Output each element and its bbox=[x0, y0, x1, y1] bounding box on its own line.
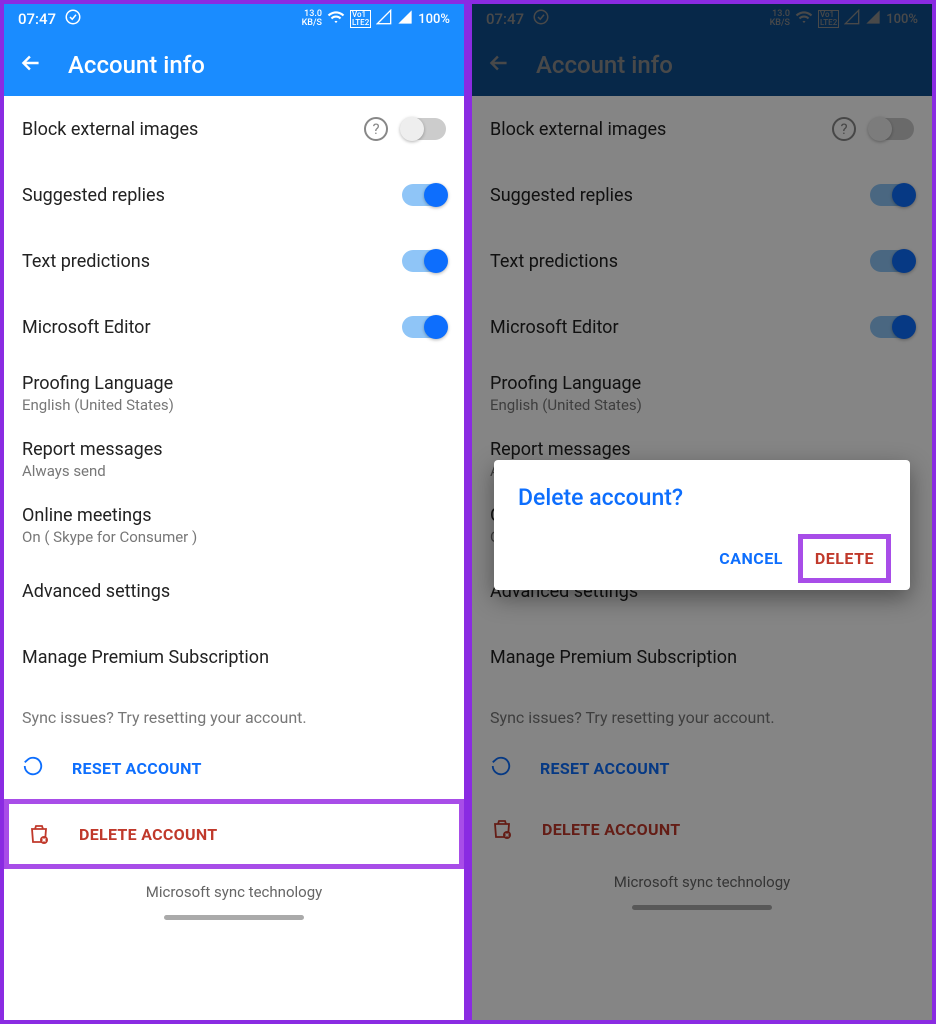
dialog-cancel-button[interactable]: CANCEL bbox=[707, 539, 795, 578]
status-kbs: 13.0KB/S bbox=[302, 10, 322, 28]
volte-icon: Vo1LTE2 bbox=[350, 10, 371, 28]
status-battery: 100% bbox=[418, 12, 450, 27]
wifi-icon bbox=[327, 8, 345, 30]
signal-icon-2 bbox=[397, 9, 413, 29]
reset-icon bbox=[22, 755, 44, 781]
row-report-messages[interactable]: Report messages Always send bbox=[22, 426, 446, 492]
sync-hint: Sync issues? Try resetting your account. bbox=[22, 690, 446, 737]
page-title: Account info bbox=[68, 51, 205, 79]
row-advanced-settings[interactable]: Advanced settings bbox=[22, 558, 446, 624]
delete-account-button[interactable]: DELETE ACCOUNT bbox=[27, 804, 441, 864]
dialog-delete-button[interactable]: DELETE bbox=[803, 539, 886, 578]
reset-account-button[interactable]: RESET ACCOUNT bbox=[22, 737, 446, 799]
footer-text: Microsoft sync technology bbox=[22, 869, 446, 909]
status-bar: 07:47 13.0KB/S Vo1LTE2 100% bbox=[4, 4, 464, 34]
row-online-meetings[interactable]: Online meetings On ( Skype for Consumer … bbox=[22, 492, 446, 558]
toggle-suggested-replies[interactable] bbox=[402, 184, 446, 206]
row-text-predictions[interactable]: Text predictions bbox=[22, 228, 446, 294]
toggle-block-images[interactable] bbox=[402, 118, 446, 140]
signal-icon-1 bbox=[376, 9, 392, 29]
trash-icon bbox=[27, 822, 51, 846]
dialog-title: Delete account? bbox=[518, 484, 886, 511]
back-icon[interactable] bbox=[18, 50, 44, 80]
row-suggested-replies[interactable]: Suggested replies bbox=[22, 162, 446, 228]
toggle-microsoft-editor[interactable] bbox=[402, 316, 446, 338]
app-bar: Account info bbox=[4, 34, 464, 96]
highlight-delete-account: DELETE ACCOUNT bbox=[4, 799, 464, 869]
status-time: 07:47 bbox=[18, 10, 56, 28]
row-manage-premium[interactable]: Manage Premium Subscription bbox=[22, 624, 446, 690]
checkmark-icon bbox=[64, 8, 82, 30]
nav-handle[interactable] bbox=[164, 915, 304, 920]
row-microsoft-editor[interactable]: Microsoft Editor bbox=[22, 294, 446, 360]
phone-screen-left: 07:47 13.0KB/S Vo1LTE2 100% Account info bbox=[0, 0, 468, 1024]
row-block-external-images[interactable]: Block external images ? bbox=[22, 96, 446, 162]
phone-screen-right: 07:47 13.0KB/S Vo1LTE2 100% Account info bbox=[468, 0, 936, 1024]
toggle-text-predictions[interactable] bbox=[402, 250, 446, 272]
help-icon[interactable]: ? bbox=[364, 117, 388, 141]
row-proofing-language[interactable]: Proofing Language English (United States… bbox=[22, 360, 446, 426]
delete-confirm-dialog: Delete account? CANCEL DELETE bbox=[494, 460, 910, 590]
